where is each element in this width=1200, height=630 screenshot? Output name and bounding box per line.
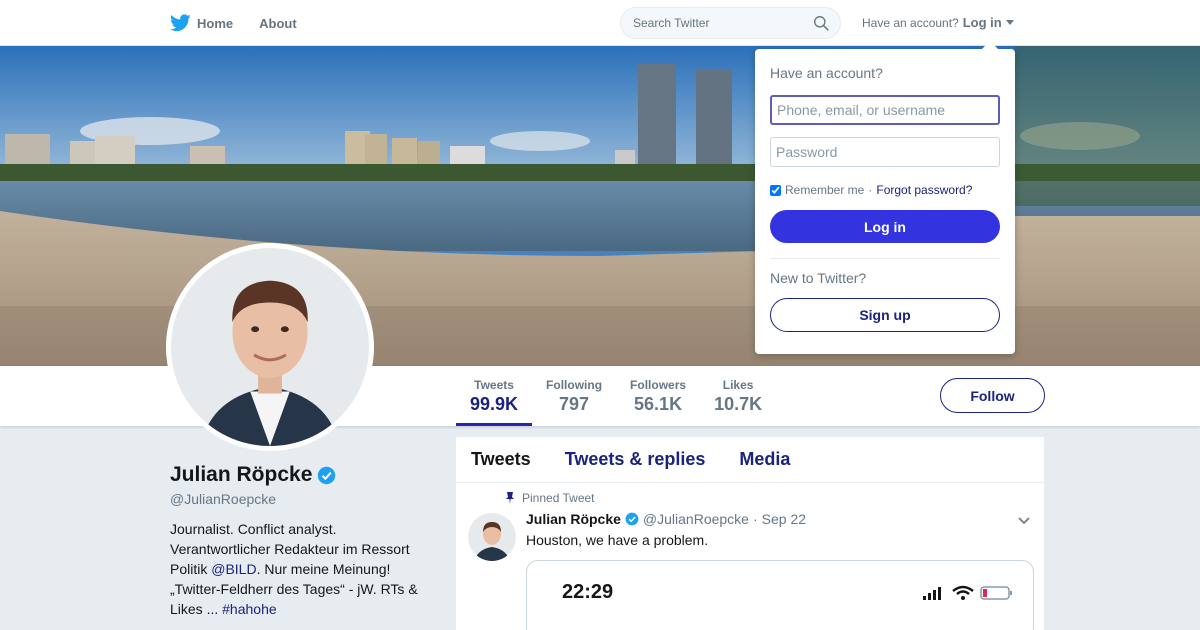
bio-hashtag-link[interactable]: #hahohe: [222, 601, 277, 617]
account-menu: Have an account? Log in: [862, 15, 1014, 30]
stat-value: 99.9K: [470, 394, 519, 414]
tweet-author-name[interactable]: Julian Röpcke: [526, 511, 621, 527]
tab-tweets[interactable]: Tweets: [471, 449, 531, 470]
tweet-header: Julian Röpcke @JulianRoepcke · Sep 22: [526, 511, 1034, 527]
profile-name-row: Julian Röpcke: [170, 463, 440, 487]
signup-button[interactable]: Sign up: [770, 298, 1000, 332]
remember-me-checkbox[interactable]: [770, 184, 781, 196]
tweet-separator: ·: [752, 511, 758, 527]
remember-me-label[interactable]: Remember me: [785, 183, 864, 197]
tweet-avatar[interactable]: [468, 513, 516, 561]
stat-label: Followers: [630, 378, 687, 392]
stat-label: Tweets: [474, 378, 514, 392]
media-phone-time: 22:29: [562, 581, 614, 603]
chevron-down-icon[interactable]: [1018, 517, 1030, 525]
remember-row: Remember me · Forgot password?: [770, 183, 1000, 197]
nav-home[interactable]: Home: [170, 14, 233, 32]
top-navigation-bar: Home About Search Twitter Have an accoun…: [0, 0, 1200, 46]
pinned-label-row: Pinned Tweet: [504, 491, 1034, 505]
pinned-tweet[interactable]: Pinned Tweet Julian Röpcke @JulianRoepck…: [456, 483, 1044, 630]
nav-home-label: Home: [197, 15, 234, 31]
search-icon[interactable]: [813, 15, 830, 32]
forgot-password-link[interactable]: Forgot password?: [876, 183, 972, 197]
bio-mention-link[interactable]: @BILD: [211, 561, 256, 577]
have-account-text: Have an account?: [862, 15, 959, 30]
stat-likes[interactable]: Likes 10.7K: [700, 366, 776, 426]
nav-about[interactable]: About: [259, 16, 297, 31]
login-title: Have an account?: [770, 65, 883, 81]
login-submit-button[interactable]: Log in: [770, 210, 1000, 243]
stat-label: Likes: [722, 378, 754, 392]
stat-tweets[interactable]: Tweets 99.9K: [456, 366, 533, 426]
login-dropdown-toggle[interactable]: Log in: [963, 15, 1002, 30]
stat-value: 56.1K: [634, 394, 683, 414]
pin-icon: [506, 492, 514, 504]
stat-label: Following: [546, 378, 603, 392]
nav-left: Home About: [170, 0, 297, 46]
profile-card: Julian Röpcke @JulianRoepcke Journalist.…: [170, 463, 440, 619]
follow-button[interactable]: Follow: [940, 378, 1045, 413]
pinned-label: Pinned Tweet: [522, 491, 595, 505]
profile-avatar[interactable]: [166, 243, 374, 451]
stat-value: 797: [559, 394, 590, 414]
remember-separator: ·: [868, 183, 873, 197]
tweet-date[interactable]: Sep 22: [762, 511, 806, 527]
avatar-image: [171, 248, 369, 446]
tweet-author-handle[interactable]: @JulianRoepcke: [643, 511, 749, 527]
tab-tweets-replies[interactable]: Tweets & replies: [565, 449, 706, 470]
profile-name[interactable]: Julian Röpcke: [170, 463, 312, 487]
phone-status-icons: [923, 585, 1012, 600]
timeline-tabs: Tweets Tweets & replies Media: [456, 437, 1044, 483]
tweet-avatar-image: [468, 513, 516, 561]
stat-followers[interactable]: Followers 56.1K: [616, 366, 700, 426]
stat-following[interactable]: Following 797: [532, 366, 616, 426]
stat-value: 10.7K: [714, 394, 763, 414]
profile-bio: Journalist. Conflict analyst. Verantwort…: [170, 519, 440, 619]
caret-down-icon[interactable]: [1005, 20, 1014, 25]
verified-badge-icon: [625, 512, 639, 526]
search-placeholder: Search Twitter: [633, 16, 710, 30]
nav-about-label: About: [259, 15, 297, 31]
new-to-twitter-text: New to Twitter?: [770, 270, 867, 286]
dropdown-divider: [770, 258, 1000, 259]
password-field[interactable]: [770, 137, 1000, 167]
tab-media[interactable]: Media: [739, 449, 790, 470]
tweet-media[interactable]: 22:29: [526, 560, 1034, 630]
profile-handle[interactable]: @JulianRoepcke: [170, 491, 440, 507]
profile-stats: Tweets 99.9K Following 797 Followers 56.…: [456, 366, 776, 426]
verified-badge-icon: [318, 466, 336, 484]
tweet-text: Houston, we have a problem.: [526, 532, 709, 548]
search-input[interactable]: Search Twitter: [620, 7, 841, 39]
login-dropdown: Have an account? Remember me · Forgot pa…: [755, 41, 1015, 354]
timeline: Tweets Tweets & replies Media Pinned Twe…: [456, 437, 1044, 630]
twitter-bird-icon: [170, 14, 191, 32]
username-field[interactable]: [770, 95, 1000, 125]
